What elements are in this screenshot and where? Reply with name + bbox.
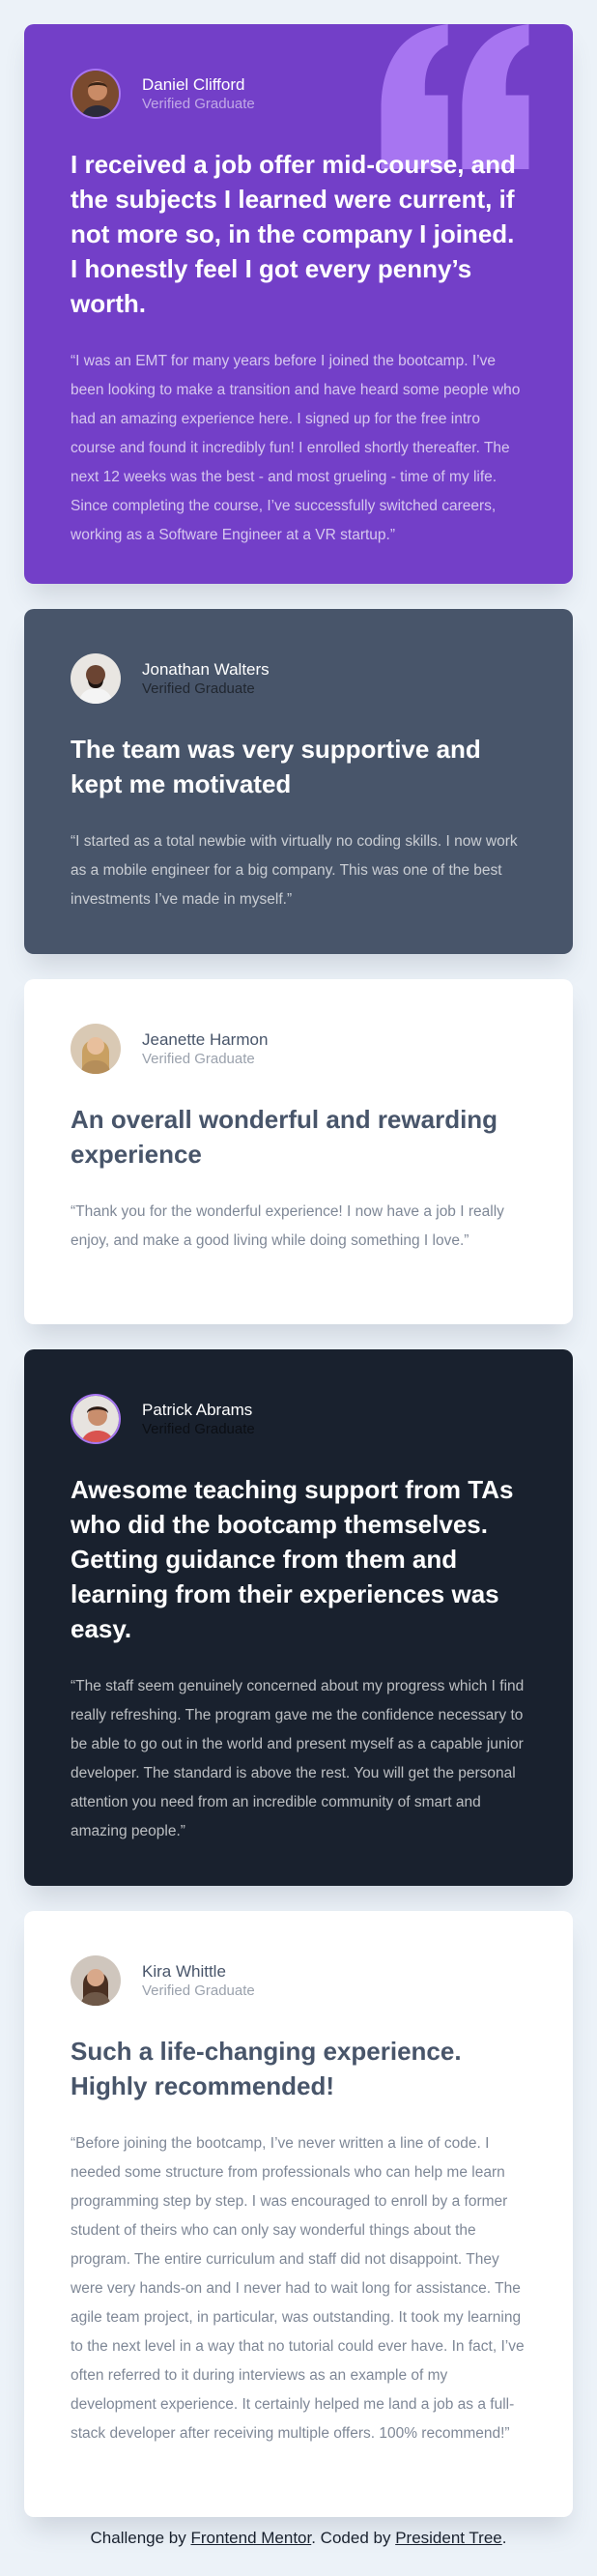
testimonial-quote: “I started as a total newbie with virtua…: [71, 833, 518, 908]
testimonials-page: Daniel Clifford Verified Graduate I rece…: [0, 0, 597, 2576]
testimonial-card-kira: Kira Whittle Verified Graduate Such a li…: [24, 1911, 573, 2517]
author-role: Verified Graduate: [142, 1983, 255, 1999]
author-role: Verified Graduate: [142, 96, 255, 112]
attribution-footer: Challenge by Frontend Mentor. Coded by P…: [0, 2528, 597, 2549]
testimonial-quote: “The staff seem genuinely concerned abou…: [71, 1678, 525, 1839]
author-role: Verified Graduate: [142, 1421, 255, 1437]
avatar: [71, 69, 121, 119]
author-info: Jeanette Harmon Verified Graduate: [71, 1024, 526, 1074]
author-role: Verified Graduate: [142, 1051, 255, 1067]
avatar: [71, 1024, 121, 1074]
testimonial-card-jonathan: Jonathan Walters Verified Graduate The t…: [24, 609, 573, 954]
testimonial-headline: Awesome teaching support from TAs who di…: [71, 1475, 514, 1643]
author-info: Jonathan Walters Verified Graduate: [71, 653, 526, 704]
testimonial-headline: I received a job offer mid-course, and t…: [71, 150, 516, 318]
author-name: Jeanette Harmon: [142, 1030, 269, 1049]
attribution-suffix: .: [501, 2529, 507, 2547]
avatar: [71, 1955, 121, 2006]
author-name: Kira Whittle: [142, 1962, 226, 1981]
testimonial-headline: Such a life-changing experience. Highly …: [71, 2037, 462, 2100]
frontend-mentor-link[interactable]: Frontend Mentor: [190, 2529, 311, 2547]
testimonial-quote: “Thank you for the wonderful experience!…: [71, 1203, 504, 1249]
attribution-middle: . Coded by: [311, 2529, 396, 2547]
testimonial-headline: An overall wonderful and rewarding exper…: [71, 1105, 498, 1169]
testimonial-card-patrick: Patrick Abrams Verified Graduate Awesome…: [24, 1349, 573, 1886]
testimonial-card-jeanette: Jeanette Harmon Verified Graduate An ove…: [24, 979, 573, 1324]
testimonial-headline: The team was very supportive and kept me…: [71, 735, 481, 798]
author-role: Verified Graduate: [142, 680, 255, 697]
testimonial-quote: “I was an EMT for many years before I jo…: [71, 353, 521, 543]
author-info: Daniel Clifford Verified Graduate: [71, 69, 526, 119]
attribution-prefix: Challenge by: [90, 2529, 191, 2547]
avatar: [71, 653, 121, 704]
author-name: Patrick Abrams: [142, 1401, 253, 1419]
author-info: Kira Whittle Verified Graduate: [71, 1955, 526, 2006]
testimonial-quote: “Before joining the bootcamp, I’ve never…: [71, 2135, 525, 2442]
author-info: Patrick Abrams Verified Graduate: [71, 1394, 526, 1444]
author-name: Daniel Clifford: [142, 75, 245, 94]
testimonial-card-daniel: Daniel Clifford Verified Graduate I rece…: [24, 24, 573, 584]
avatar: [71, 1394, 121, 1444]
author-link[interactable]: President Tree: [395, 2529, 502, 2547]
author-name: Jonathan Walters: [142, 660, 270, 679]
